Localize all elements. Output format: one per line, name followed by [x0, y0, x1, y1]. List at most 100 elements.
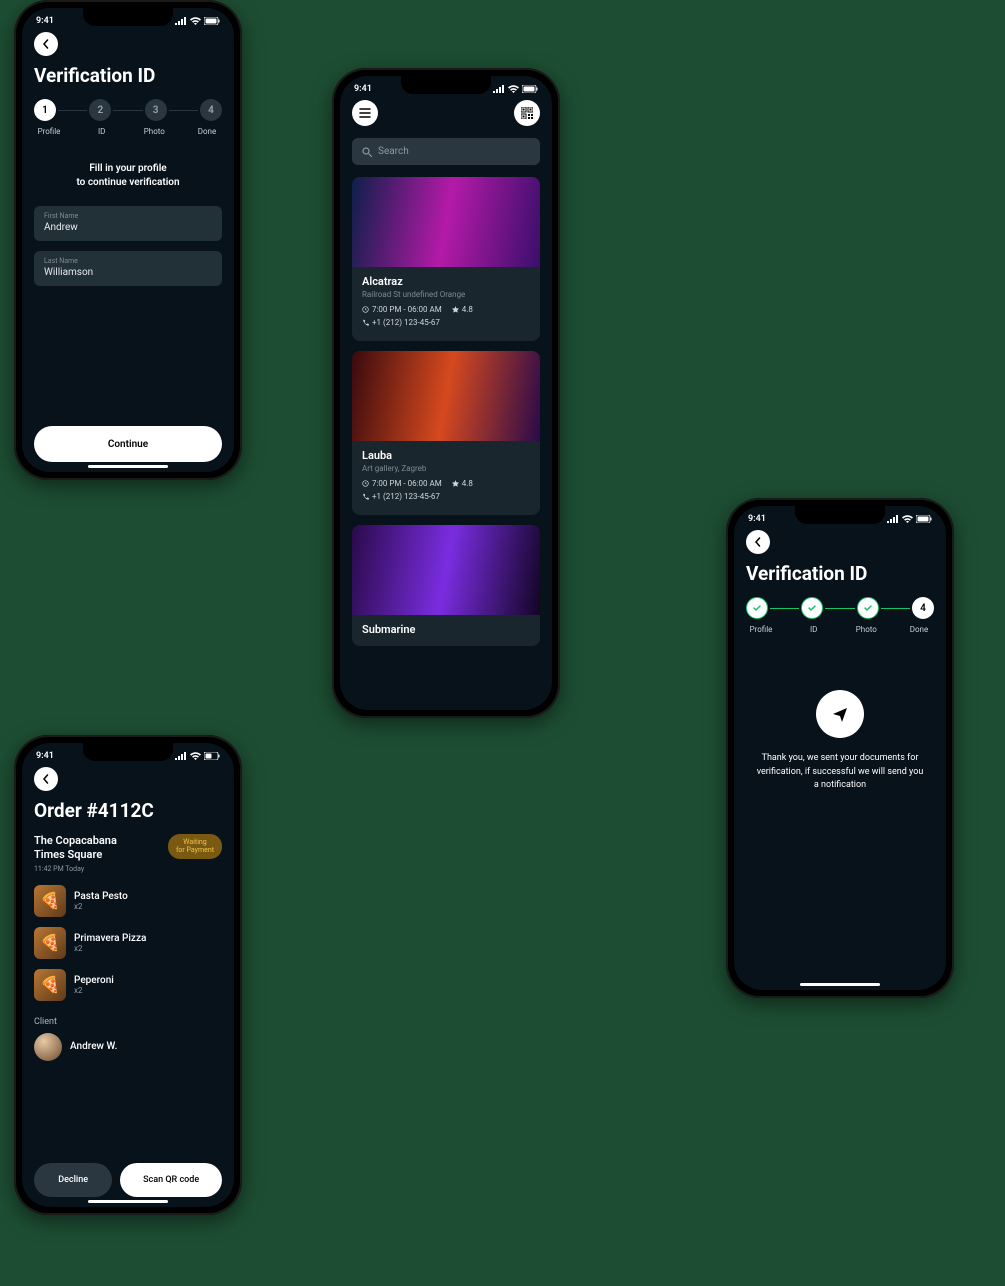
back-button[interactable] [34, 767, 58, 791]
home-indicator[interactable] [88, 1200, 168, 1203]
home-indicator[interactable] [800, 983, 880, 986]
last-name-value: Williamson [44, 267, 212, 278]
order-item: 🍕 Peperoni x2 [34, 969, 222, 1001]
home-indicator[interactable] [88, 465, 168, 468]
venue-name: Lauba [362, 449, 530, 462]
venue-image [352, 525, 540, 615]
clock-icon [362, 306, 369, 313]
check-icon [807, 603, 817, 613]
step-1-label: Profile [746, 625, 776, 634]
step-2-circle: 2 [89, 99, 111, 121]
phone-icon [362, 493, 369, 500]
venue-address: Railroad St undefined Orange [362, 290, 530, 299]
continue-button[interactable]: Continue [34, 426, 222, 462]
phone-icon [362, 319, 369, 326]
venue-hours: 7:00 PM - 06:00 AM [362, 479, 442, 488]
decline-button[interactable]: Decline [34, 1163, 112, 1197]
step-3-label: Photo [139, 127, 169, 136]
first-name-value: Andrew [44, 222, 212, 233]
venue-rating: 4.8 [452, 305, 473, 314]
venue-card[interactable]: Submarine [352, 525, 540, 646]
step-3-circle [857, 597, 879, 619]
subtitle: Fill in your profile to continue verific… [34, 162, 222, 190]
last-name-field[interactable]: Last Name Williamson [34, 251, 222, 286]
order-item-name: Primavera Pizza [74, 933, 146, 944]
order-item-qty: x2 [74, 986, 114, 995]
back-button[interactable] [746, 530, 770, 554]
qr-button[interactable] [514, 100, 540, 126]
step-4-label: Done [904, 625, 934, 634]
search-input[interactable]: Search [352, 138, 540, 165]
done-message: Thank you, we sent your documents for ve… [746, 752, 934, 793]
order-thumb: 🍕 [34, 927, 66, 959]
check-icon [752, 603, 762, 613]
stepper: 4 [746, 597, 934, 619]
chevron-left-icon [41, 774, 51, 784]
order-location-1: The Copacabana [34, 834, 117, 848]
step-4-circle: 4 [200, 99, 222, 121]
client-label: Client [34, 1017, 222, 1027]
status-icons [493, 85, 538, 93]
venue-image [352, 177, 540, 267]
search-icon [362, 147, 372, 157]
last-name-label: Last Name [44, 257, 212, 265]
order-item-qty: x2 [74, 944, 146, 953]
venue-rating: 4.8 [452, 479, 473, 488]
menu-button[interactable] [352, 100, 378, 126]
step-4-circle: 4 [912, 597, 934, 619]
clock-icon [362, 480, 369, 487]
venue-card[interactable]: Lauba Art gallery, Zagreb 7:00 PM - 06:0… [352, 351, 540, 515]
venue-body: Lauba Art gallery, Zagreb 7:00 PM - 06:0… [352, 441, 540, 515]
order-items: 🍕 Pasta Pesto x2 🍕 Primavera Pizza x2 🍕 … [34, 885, 222, 1011]
venue-body: Alcatraz Railroad St undefined Orange 7:… [352, 267, 540, 341]
step-1-circle [746, 597, 768, 619]
order-location-2: Times Square [34, 848, 117, 862]
venue-address: Art gallery, Zagreb [362, 464, 530, 473]
step-4-label: Done [192, 127, 222, 136]
stepper: 1 2 3 4 [34, 99, 222, 121]
page-title: Verification ID [746, 562, 934, 585]
search-placeholder: Search [378, 146, 409, 157]
venue-phone: +1 (212) 123-45-67 [362, 492, 440, 501]
status-icons [887, 515, 932, 523]
order-item: 🍕 Pasta Pesto x2 [34, 885, 222, 917]
step-3-circle: 3 [145, 99, 167, 121]
client-row: Andrew W. [34, 1033, 222, 1061]
client-name: Andrew W. [70, 1041, 117, 1052]
back-button[interactable] [34, 32, 58, 56]
order-thumb: 🍕 [34, 885, 66, 917]
venue-body: Submarine [352, 615, 540, 646]
venue-name: Alcatraz [362, 275, 530, 288]
order-time: 11:42 PM Today [34, 865, 117, 873]
venue-name: Submarine [362, 623, 530, 636]
first-name-label: First Name [44, 212, 212, 220]
status-time: 9:41 [354, 84, 372, 94]
step-1-circle: 1 [34, 99, 56, 121]
first-name-field[interactable]: First Name Andrew [34, 206, 222, 241]
paper-plane-icon [831, 705, 849, 723]
venue-list: Alcatraz Railroad St undefined Orange 7:… [352, 177, 540, 656]
star-icon [452, 480, 459, 487]
page-title: Verification ID [34, 64, 222, 87]
step-labels: Profile ID Photo Done [34, 127, 222, 136]
chevron-left-icon [753, 537, 763, 547]
hamburger-icon [359, 108, 371, 118]
step-2-label: ID [799, 625, 829, 634]
step-2-label: ID [87, 127, 117, 136]
status-time: 9:41 [36, 16, 54, 26]
check-icon [863, 603, 873, 613]
venue-card[interactable]: Alcatraz Railroad St undefined Orange 7:… [352, 177, 540, 341]
order-item: 🍕 Primavera Pizza x2 [34, 927, 222, 959]
order-thumb: 🍕 [34, 969, 66, 1001]
send-icon-circle [816, 690, 864, 738]
scan-qr-button[interactable]: Scan QR code [120, 1163, 222, 1197]
status-time: 9:41 [748, 514, 766, 524]
chevron-left-icon [41, 39, 51, 49]
venue-hours: 7:00 PM - 06:00 AM [362, 305, 442, 314]
star-icon [452, 306, 459, 313]
page-title: Order #4112C [34, 799, 222, 822]
order-item-name: Peperoni [74, 975, 114, 986]
venue-image [352, 351, 540, 441]
status-icons [175, 17, 220, 25]
status-time: 9:41 [36, 751, 54, 761]
